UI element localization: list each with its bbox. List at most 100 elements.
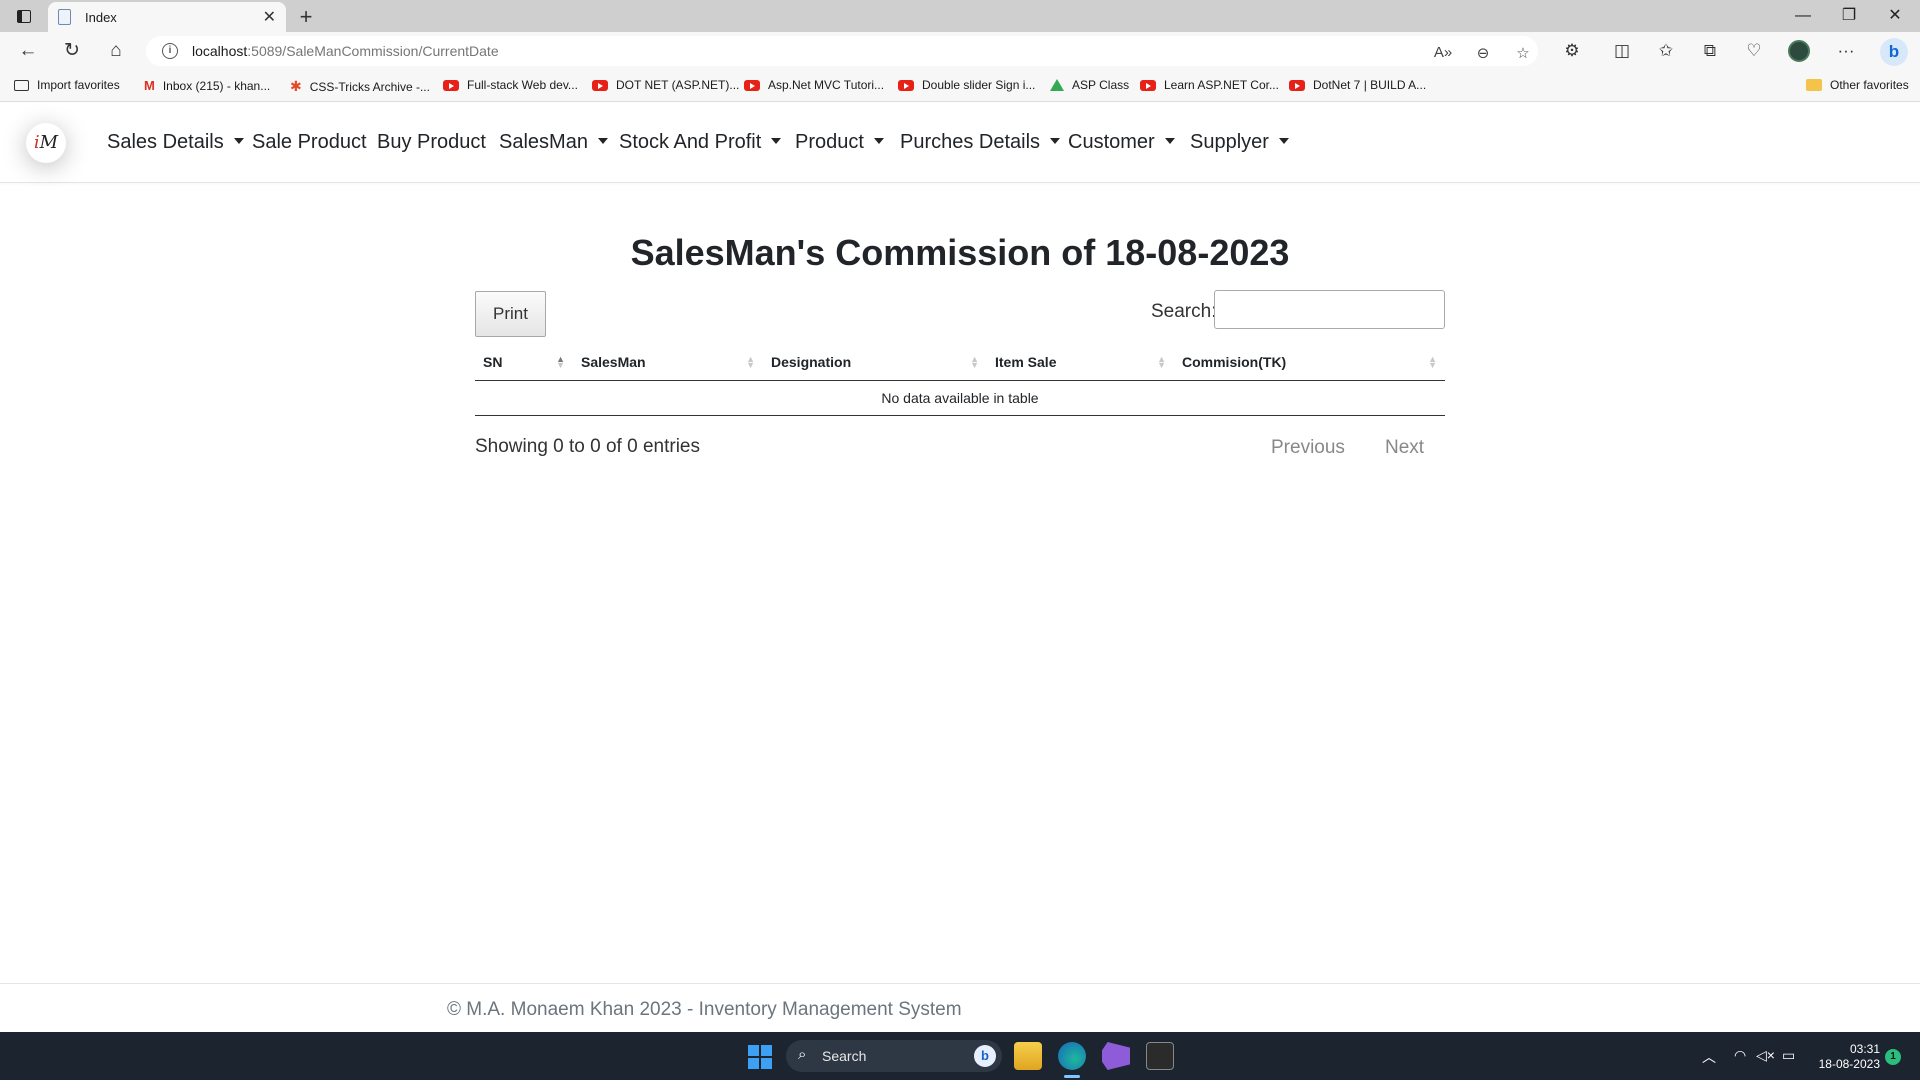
search-label: Search: bbox=[1151, 301, 1217, 322]
youtube-icon bbox=[1289, 79, 1305, 91]
restore-window-button[interactable]: ❐ bbox=[1826, 4, 1872, 28]
nav-stock-and-profit[interactable]: Stock And Profit bbox=[619, 131, 782, 154]
favorite-import[interactable]: Import favorites bbox=[14, 78, 120, 92]
favorite-learn-aspnet[interactable]: Learn ASP.NET Cor... bbox=[1140, 78, 1279, 92]
clock-time: 03:31 bbox=[1849, 1042, 1880, 1056]
browser-tab-bar: Index ✕ + — ❐ ✕ bbox=[0, 0, 1920, 32]
favorites-bar: Import favorites M Inbox (215) - khan... … bbox=[0, 70, 1920, 102]
sort-ascending-icon: ▲ ▼ bbox=[556, 354, 565, 370]
refresh-button[interactable]: ↻ bbox=[60, 39, 84, 63]
taskbar-clock[interactable]: 03:31 18-08-2023 bbox=[1808, 1042, 1880, 1072]
zoom-icon[interactable]: ⊖ bbox=[1472, 44, 1494, 62]
youtube-icon bbox=[592, 79, 608, 91]
terminal-icon[interactable] bbox=[1146, 1042, 1174, 1070]
taskbar-search[interactable]: ⌕ Search b bbox=[786, 1040, 1002, 1072]
extensions-icon[interactable]: ⚙ bbox=[1560, 39, 1584, 63]
favorite-asp-class[interactable]: ASP Class bbox=[1050, 78, 1129, 92]
next-page-button[interactable]: Next bbox=[1385, 437, 1424, 459]
nav-product[interactable]: Product bbox=[795, 131, 884, 154]
css-tricks-icon: ✱ bbox=[290, 78, 302, 94]
visual-studio-icon[interactable] bbox=[1102, 1042, 1130, 1070]
active-app-indicator bbox=[1064, 1075, 1080, 1078]
notification-badge[interactable]: 1 bbox=[1885, 1049, 1901, 1065]
sort-icon: ▲ ▼ bbox=[970, 354, 979, 370]
column-header-sn[interactable]: SN ▲ ▼ bbox=[475, 344, 573, 381]
column-header-designation[interactable]: Designation ▲ ▼ bbox=[763, 344, 987, 381]
column-header-item-sale[interactable]: Item Sale ▲ ▼ bbox=[987, 344, 1174, 381]
close-tab-icon[interactable]: ✕ bbox=[263, 7, 276, 27]
nav-sale-product[interactable]: Sale Product bbox=[252, 131, 367, 154]
wifi-icon[interactable]: ◠ bbox=[1734, 1047, 1746, 1064]
favorite-css-tricks[interactable]: ✱ CSS-Tricks Archive -... bbox=[290, 78, 430, 95]
favorite-aspnet-mvc[interactable]: Asp.Net MVC Tutori... bbox=[744, 78, 884, 92]
favorite-star-icon[interactable]: ☆ bbox=[1512, 44, 1534, 62]
import-icon bbox=[14, 79, 29, 91]
collections-icon[interactable]: ⧉ bbox=[1698, 39, 1722, 63]
back-button[interactable]: ← bbox=[16, 39, 40, 63]
nav-sales-details[interactable]: Sales Details bbox=[107, 131, 244, 154]
nav-purches-details[interactable]: Purches Details bbox=[900, 131, 1061, 154]
caret-down-icon bbox=[1050, 138, 1061, 144]
more-menu-icon[interactable]: ··· bbox=[1834, 39, 1858, 63]
taskbar-search-label: Search bbox=[822, 1048, 867, 1064]
nav-salesman[interactable]: SalesMan bbox=[499, 131, 608, 154]
close-window-button[interactable]: ✕ bbox=[1872, 4, 1918, 28]
folder-icon bbox=[1806, 79, 1822, 91]
gmail-icon: M bbox=[144, 78, 155, 93]
file-explorer-icon[interactable] bbox=[1014, 1042, 1042, 1070]
caret-down-icon bbox=[873, 138, 884, 144]
favorite-dotnet7[interactable]: DotNet 7 | BUILD A... bbox=[1289, 78, 1426, 92]
new-tab-button[interactable]: + bbox=[294, 4, 318, 30]
site-logo[interactable]: iM bbox=[26, 123, 66, 163]
youtube-icon bbox=[898, 79, 914, 91]
column-header-salesman[interactable]: SalesMan ▲ ▼ bbox=[573, 344, 763, 381]
nav-buy-product[interactable]: Buy Product bbox=[377, 131, 486, 154]
windows-taskbar: ⌕ Search b ︿ ◠ ◁× ▭ 03:31 18-08-2023 1 bbox=[0, 1032, 1920, 1080]
clock-date: 18-08-2023 bbox=[1818, 1057, 1880, 1071]
other-favorites[interactable]: Other favorites bbox=[1806, 78, 1909, 92]
google-drive-icon bbox=[1050, 79, 1064, 91]
sort-icon: ▲ ▼ bbox=[746, 354, 755, 370]
table-info: Showing 0 to 0 of 0 entries bbox=[475, 436, 700, 457]
show-hidden-icons-icon[interactable]: ︿ bbox=[1702, 1047, 1716, 1067]
site-info-icon[interactable]: i bbox=[162, 43, 178, 59]
battery-icon[interactable]: ▭ bbox=[1782, 1047, 1795, 1064]
edge-browser-icon[interactable] bbox=[1058, 1042, 1086, 1070]
read-aloud-icon[interactable]: A» bbox=[1432, 44, 1454, 61]
home-button[interactable]: ⌂ bbox=[104, 39, 128, 63]
nav-customer[interactable]: Customer bbox=[1068, 131, 1175, 154]
profile-avatar[interactable] bbox=[1788, 40, 1810, 62]
split-screen-icon[interactable]: ◫ bbox=[1610, 39, 1634, 63]
search-icon: ⌕ bbox=[798, 1046, 807, 1063]
nav-supplyer[interactable]: Supplyer bbox=[1190, 131, 1289, 154]
caret-down-icon bbox=[233, 138, 244, 144]
column-header-commission[interactable]: Commision(TK) ▲ ▼ bbox=[1174, 344, 1445, 381]
table-search-input[interactable] bbox=[1214, 290, 1445, 329]
bing-copilot-icon[interactable]: b bbox=[1880, 38, 1908, 66]
favorite-gmail[interactable]: M Inbox (215) - khan... bbox=[144, 78, 270, 93]
browser-tab-active[interactable]: Index ✕ bbox=[48, 2, 286, 32]
previous-page-button[interactable]: Previous bbox=[1271, 437, 1345, 459]
browser-toolbar: ← ↻ ⌂ i localhost:5089/SaleManCommission… bbox=[0, 32, 1920, 70]
favorite-double-slider[interactable]: Double slider Sign i... bbox=[898, 78, 1035, 92]
address-bar[interactable]: i localhost:5089/SaleManCommission/Curre… bbox=[146, 36, 1538, 66]
favorites-icon[interactable]: ✩ bbox=[1654, 39, 1678, 63]
caret-down-icon bbox=[771, 138, 782, 144]
footer-copyright: © M.A. Monaem Khan 2023 - Inventory Mana… bbox=[447, 999, 962, 1020]
browser-essentials-icon[interactable]: ♡ bbox=[1742, 39, 1766, 63]
page-favicon-icon bbox=[58, 9, 71, 25]
favorite-fullstack[interactable]: Full-stack Web dev... bbox=[443, 78, 578, 92]
caret-down-icon bbox=[1164, 138, 1175, 144]
minimize-window-button[interactable]: — bbox=[1780, 4, 1826, 28]
youtube-icon bbox=[1140, 79, 1156, 91]
favorite-dotnet[interactable]: DOT NET (ASP.NET)... bbox=[592, 78, 739, 92]
speaker-muted-icon[interactable]: ◁× bbox=[1756, 1047, 1775, 1064]
windows-start-icon[interactable] bbox=[748, 1045, 772, 1069]
site-footer: © M.A. Monaem Khan 2023 - Inventory Mana… bbox=[0, 983, 1920, 1032]
bing-icon: b bbox=[974, 1045, 996, 1067]
tab-actions-icon[interactable] bbox=[10, 6, 38, 26]
empty-table-message: No data available in table bbox=[475, 380, 1445, 416]
tab-title: Index bbox=[85, 9, 117, 25]
print-button[interactable]: Print bbox=[475, 291, 546, 337]
sort-icon: ▲ ▼ bbox=[1428, 354, 1437, 370]
